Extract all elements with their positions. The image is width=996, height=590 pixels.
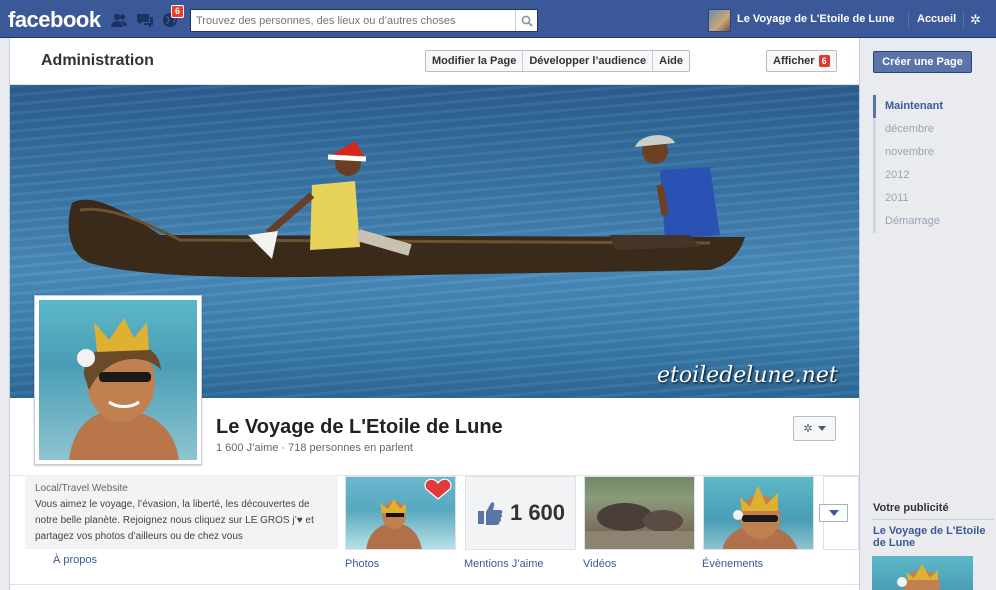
top-bar: facebook 6 Le Voyage de L'Etoile de Lune… — [0, 0, 996, 38]
user-avatar[interactable] — [708, 9, 731, 32]
facebook-logo[interactable]: facebook — [8, 7, 101, 33]
thumbs-up-icon — [477, 502, 503, 525]
notification-count-badge: 6 — [171, 5, 185, 18]
videos-label[interactable]: Vidéos — [583, 558, 616, 570]
topbar-divider — [963, 12, 964, 28]
messages-icon[interactable] — [136, 11, 154, 29]
topbar-divider — [908, 12, 909, 28]
likes-tile[interactable]: 1 600 — [465, 476, 576, 550]
search-button[interactable] — [515, 10, 537, 31]
more-tiles-button[interactable] — [819, 504, 848, 522]
page-main-column: Administration Modifier la Page Développ… — [9, 38, 860, 590]
page-actions-gear-button[interactable]: ✲ — [793, 416, 836, 441]
grow-audience-button[interactable]: Développer l’audience — [523, 51, 654, 71]
chevron-down-icon — [817, 426, 826, 431]
edit-page-label: Modifier la Page — [432, 55, 517, 67]
help-button[interactable]: Aide — [653, 51, 689, 71]
page-stats: 1 600 J’aime · 718 personnes en parlent — [216, 442, 413, 454]
timeline-item-2011[interactable]: 2011 — [873, 187, 983, 210]
search-icon — [521, 15, 533, 27]
timeline-item-2012[interactable]: 2012 — [873, 164, 983, 187]
admin-bar: Administration Modifier la Page Développ… — [10, 38, 859, 85]
timeline-item-december[interactable]: décembre — [873, 118, 983, 141]
about-link[interactable]: À propos — [53, 554, 97, 566]
ad-page-link[interactable]: Le Voyage de L'Etoile de Lune — [873, 525, 995, 549]
photos-thumbnail — [366, 478, 452, 549]
photos-tile[interactable] — [345, 476, 456, 550]
photos-label[interactable]: Photos — [345, 558, 379, 570]
admin-button-group: Modifier la Page Développer l’audience A… — [425, 50, 690, 72]
ads-divider — [872, 519, 994, 520]
cover-watermark: etoiledelune.net — [657, 363, 838, 388]
home-link[interactable]: Accueil — [917, 13, 956, 25]
ad-thumbnail-image — [897, 564, 940, 590]
page-title: Le Voyage de L'Etoile de Lune — [216, 416, 503, 438]
help-label: Aide — [659, 55, 683, 67]
events-tile[interactable] — [703, 476, 814, 550]
events-label[interactable]: Évènements — [702, 558, 763, 570]
page-info-box[interactable]: Local/Travel Website Vous aimez le voyag… — [25, 475, 338, 549]
show-button[interactable]: Afficher 6 — [766, 50, 837, 72]
friend-requests-icon[interactable] — [110, 11, 128, 29]
timeline-item-now[interactable]: Maintenant — [873, 95, 983, 118]
show-label: Afficher — [773, 55, 815, 67]
search-input[interactable] — [191, 10, 511, 31]
videos-tile[interactable] — [584, 476, 695, 550]
videos-thumbnail — [585, 503, 694, 549]
page-description: Vous aimez le voyage, l’évasion, la libe… — [35, 499, 314, 542]
create-page-button[interactable]: Créer une Page — [873, 51, 972, 73]
settings-gear-icon[interactable]: ✲ — [970, 12, 981, 28]
gear-icon: ✲ — [803, 423, 813, 435]
timeline-nav: Maintenant décembre novembre 2012 2011 D… — [873, 95, 983, 233]
main-bottom-border — [10, 584, 859, 585]
timeline-item-november[interactable]: novembre — [873, 141, 983, 164]
page-category: Local/Travel Website — [35, 483, 128, 494]
user-name-link[interactable]: Le Voyage de L'Etoile de Lune — [737, 13, 895, 25]
admin-title: Administration — [41, 52, 154, 69]
chevron-down-icon — [828, 510, 839, 516]
profile-picture[interactable] — [34, 295, 202, 465]
profile-photo-image — [39, 300, 197, 460]
events-thumbnail — [722, 485, 798, 549]
edit-page-button[interactable]: Modifier la Page — [426, 51, 524, 71]
profile-portrait-illustration — [69, 318, 179, 460]
ad-thumbnail[interactable] — [872, 556, 973, 590]
grow-audience-label: Développer l’audience — [529, 55, 647, 67]
likes-label[interactable]: Mentions J’aime — [464, 558, 543, 570]
show-count-badge: 6 — [818, 55, 830, 67]
timeline-item-start[interactable]: Démarrage — [873, 210, 983, 233]
likes-count: 1 600 — [509, 500, 566, 525]
ads-section-title: Votre publicité — [873, 502, 949, 514]
search-box — [190, 9, 538, 32]
